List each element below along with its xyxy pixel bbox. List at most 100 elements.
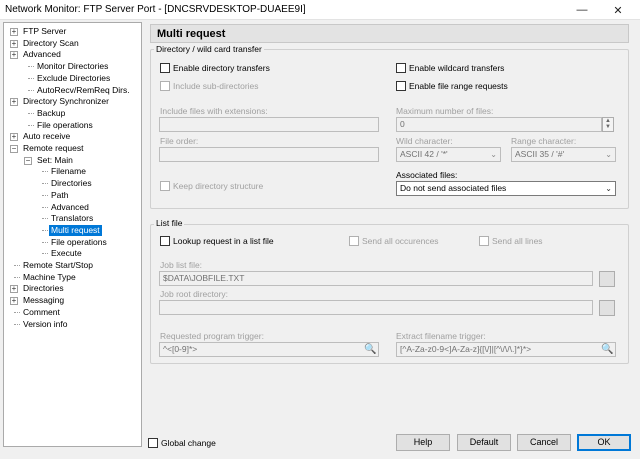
expand-icon[interactable]: + — [10, 39, 18, 48]
tree-item-label: Directory Scan — [23, 37, 79, 48]
lookup-list-checkbox[interactable]: Lookup request in a list file — [160, 236, 274, 246]
tree-item[interactable]: + Directories — [4, 283, 140, 294]
tree-item-label: Advanced — [51, 201, 89, 212]
checkbox-box[interactable] — [396, 81, 406, 91]
send-all-lines-label: Send all lines — [492, 236, 543, 246]
ok-button[interactable]: OK — [577, 434, 631, 451]
file-order-label: File order: — [160, 136, 199, 146]
tree-item[interactable]: Translators — [4, 213, 140, 224]
job-list-field[interactable]: $DATA\JOBFILE.TXT — [159, 271, 593, 286]
expand-icon[interactable]: + — [10, 28, 18, 36]
tree-item[interactable]: File operations — [4, 120, 140, 131]
send-all-lines-checkbox[interactable]: Send all lines — [479, 236, 543, 246]
panel-header: Multi request — [150, 24, 629, 43]
tree-item[interactable]: Multi request — [4, 223, 140, 237]
tree-connector — [42, 183, 48, 185]
chevron-down-icon[interactable]: ⌄ — [605, 182, 612, 195]
assoc-files-label: Associated files: — [396, 170, 458, 180]
tree-item[interactable]: + Directory Scan — [4, 38, 140, 49]
tree-connector — [14, 276, 20, 278]
tree-item[interactable]: − Remote request — [4, 143, 140, 154]
tree-item[interactable]: + FTP Server — [4, 26, 140, 37]
include-subdirs-checkbox[interactable]: Include sub-directories — [160, 81, 259, 91]
tree-item-label: Filename — [51, 166, 86, 177]
enable-wildcard-label: Enable wildcard transfers — [409, 63, 505, 73]
requested-trigger-field[interactable]: ^<[0-9]*> 🔍 — [159, 342, 379, 357]
tree-item[interactable]: + Auto receive — [4, 131, 140, 142]
tree-item[interactable]: Advanced — [4, 202, 140, 213]
tree-item[interactable]: Comment — [4, 307, 140, 318]
tree-item[interactable]: File operations — [4, 237, 140, 248]
search-icon[interactable]: 🔍 — [364, 344, 376, 356]
tree-item[interactable]: Version info — [4, 319, 140, 330]
expand-icon[interactable]: + — [10, 285, 18, 294]
checkbox-box[interactable] — [396, 63, 406, 73]
expand-icon[interactable]: + — [10, 98, 18, 107]
tree-item-label: Auto receive — [23, 131, 71, 142]
tree-item[interactable]: Backup — [4, 108, 140, 119]
checkbox-box[interactable] — [160, 63, 170, 73]
tree-item[interactable]: Filename — [4, 166, 140, 177]
max-files-spinner[interactable]: ▲ ▼ — [602, 117, 614, 132]
browse-job-root-button[interactable] — [599, 300, 615, 316]
collapse-icon[interactable]: − — [10, 145, 18, 153]
tree-item[interactable]: + Messaging — [4, 295, 140, 306]
page-title: Multi request — [157, 28, 226, 40]
tree-item[interactable]: Exclude Directories — [4, 73, 140, 84]
tree-item-label: Exclude Directories — [37, 72, 111, 83]
expand-icon[interactable]: + — [10, 297, 18, 306]
minimize-icon[interactable]: — — [567, 0, 597, 20]
tree-item[interactable]: + Advanced — [4, 49, 140, 60]
search-icon[interactable]: 🔍 — [601, 344, 613, 356]
keep-dir-structure-checkbox[interactable]: Keep directory structure — [160, 181, 263, 191]
range-char-select[interactable]: ASCII 35 / '#' ⌄ — [511, 147, 616, 162]
extract-trigger-label: Extract filename trigger: — [396, 331, 486, 341]
help-button[interactable]: Help — [396, 434, 450, 451]
expand-icon[interactable]: + — [10, 133, 18, 142]
tree-item[interactable]: Execute — [4, 248, 140, 259]
close-icon[interactable]: ✕ — [603, 0, 633, 20]
wild-char-select[interactable]: ASCII 42 / '*' ⌄ — [396, 147, 501, 162]
assoc-files-select[interactable]: Do not send associated files ⌄ — [396, 181, 616, 196]
chevron-down-icon[interactable]: ⌄ — [605, 148, 612, 161]
tree-item[interactable]: + Directory Synchronizer — [4, 96, 140, 107]
assoc-files-value: Do not send associated files — [400, 183, 507, 193]
range-char-value: ASCII 35 / '#' — [515, 149, 565, 159]
tree-item[interactable]: AutoRecv/RemReq Dirs. — [4, 85, 140, 96]
tree-item-label: Advanced — [23, 49, 61, 60]
global-change-checkbox[interactable]: Global change — [148, 438, 216, 448]
tree-item-label: Machine Type — [23, 271, 76, 282]
wild-char-label: Wild character: — [396, 136, 453, 146]
tree-item[interactable]: Monitor Directories — [4, 61, 140, 72]
send-all-occurences-checkbox[interactable]: Send all occurences — [349, 236, 439, 246]
settings-tree[interactable]: + FTP Server + Directory Scan + Advanced Monit… — [3, 22, 142, 447]
checkbox-box[interactable] — [160, 236, 170, 246]
max-files-field[interactable]: 0 — [396, 117, 602, 132]
include-ext-field[interactable] — [159, 117, 379, 132]
tree-item[interactable]: Remote Start/Stop — [4, 260, 140, 271]
checkbox-box[interactable] — [349, 236, 359, 246]
enable-dir-transfers-checkbox[interactable]: Enable directory transfers — [160, 63, 270, 73]
enable-wildcard-checkbox[interactable]: Enable wildcard transfers — [396, 63, 504, 73]
checkbox-box[interactable] — [160, 81, 170, 91]
extract-trigger-field[interactable]: [^A-Za-z0-9<]A-Za-z]{[\/]|[^\/\/\.]*}*> … — [396, 342, 616, 357]
send-all-occurences-label: Send all occurences — [362, 236, 439, 246]
enable-file-range-checkbox[interactable]: Enable file range requests — [396, 81, 508, 91]
default-button[interactable]: Default — [457, 434, 511, 451]
file-order-field[interactable] — [159, 147, 379, 162]
tree-item[interactable]: − Set: Main — [4, 155, 140, 166]
cancel-button[interactable]: Cancel — [517, 434, 571, 451]
browse-job-list-button[interactable] — [599, 271, 615, 287]
checkbox-box[interactable] — [479, 236, 489, 246]
checkbox-box[interactable] — [148, 438, 158, 448]
collapse-icon[interactable]: − — [24, 156, 32, 165]
tree-item-label: Messaging — [23, 295, 65, 306]
tree-item[interactable]: Directories — [4, 178, 140, 189]
chevron-down-icon[interactable]: ⌄ — [490, 148, 497, 161]
tree-item[interactable]: Machine Type — [4, 272, 140, 283]
tree-connector — [14, 265, 20, 266]
job-root-field[interactable] — [159, 300, 593, 315]
expand-icon[interactable]: + — [10, 51, 18, 60]
checkbox-box[interactable] — [160, 181, 170, 191]
tree-item[interactable]: Path — [4, 190, 140, 201]
